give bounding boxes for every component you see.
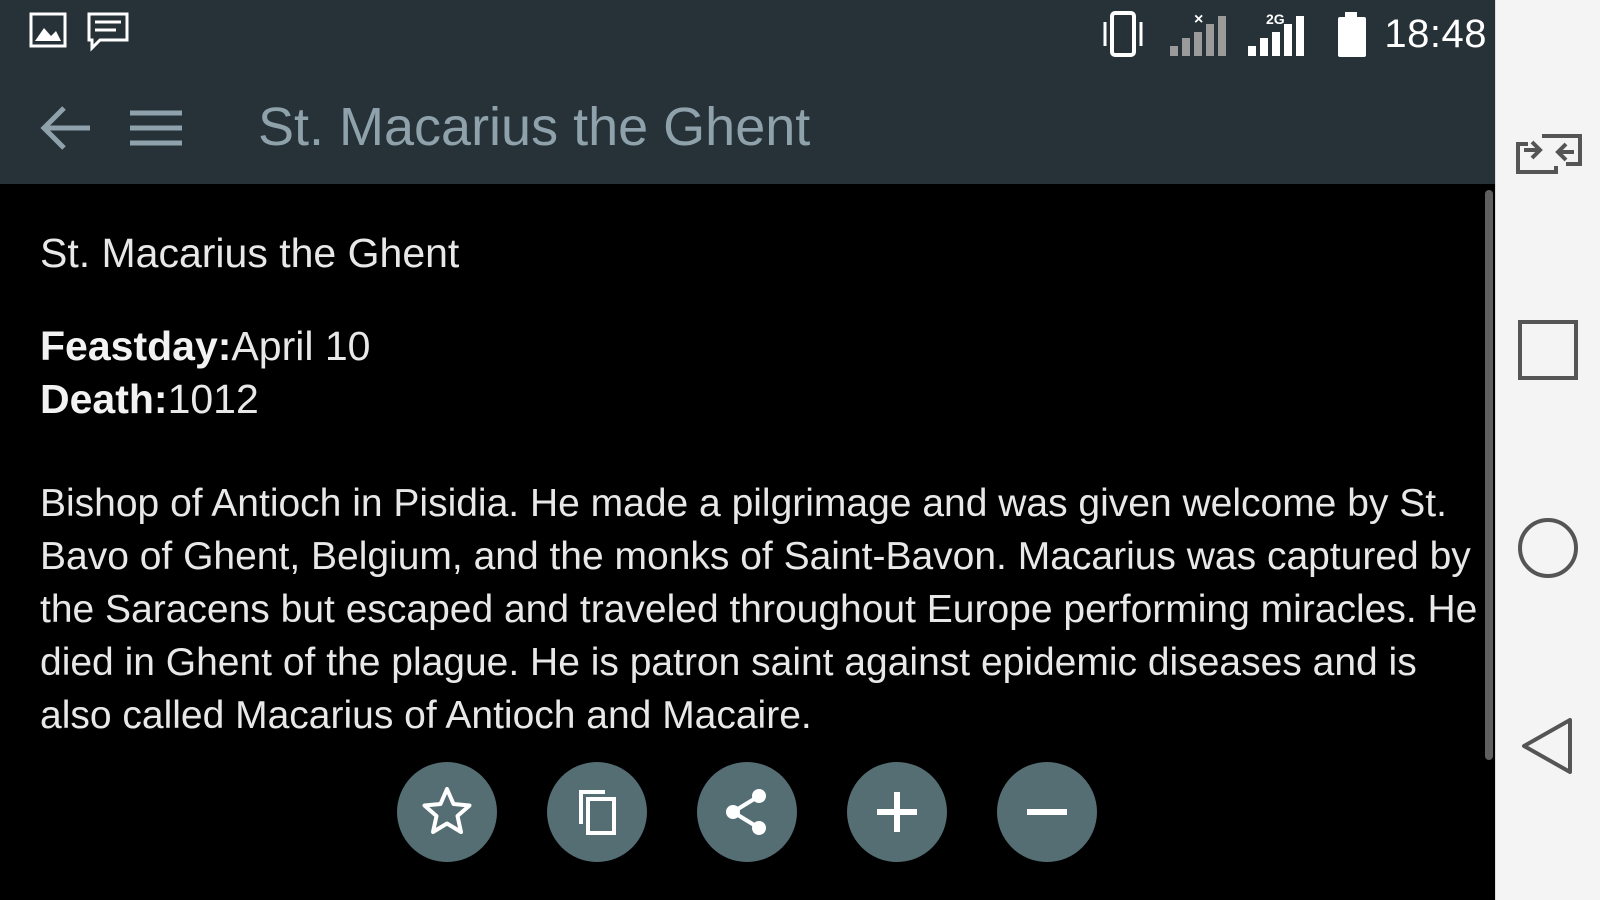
feastday-value: April 10 [231, 323, 371, 369]
death-value: 1012 [167, 376, 259, 422]
status-bar: × 2G 18:48 [0, 0, 1495, 68]
star-icon [422, 787, 472, 834]
minus-icon [1027, 809, 1067, 815]
app-bar: St. Macarius the Ghent [0, 68, 1495, 184]
zoom-in-button[interactable] [847, 762, 947, 862]
share-icon [726, 789, 766, 835]
saint-facts: Feastday:April 10 Death:1012 [40, 320, 370, 426]
scrollbar[interactable] [1485, 190, 1493, 760]
svg-text:×: × [1194, 11, 1203, 28]
battery-icon [1334, 10, 1370, 65]
hamburger-menu-icon [130, 110, 182, 146]
plus-icon [877, 792, 917, 832]
arrow-back-icon [40, 106, 90, 150]
saint-detail: St. Macarius the Ghent Feastday:April 10… [0, 184, 1495, 900]
menu-button[interactable] [124, 96, 188, 160]
death-row: Death:1012 [40, 373, 370, 426]
copy-button[interactable] [547, 762, 647, 862]
screen: × 2G 18:48 St. Macarius the Ghent St. Ma… [0, 0, 1600, 900]
navigation-bar [1495, 0, 1600, 900]
system-back-button[interactable] [1510, 708, 1588, 786]
recents-button[interactable] [1510, 312, 1588, 390]
vibrate-icon [1100, 10, 1146, 63]
feastday-row: Feastday:April 10 [40, 320, 370, 373]
saint-name: St. Macarius the Ghent [40, 230, 460, 276]
switch-app-button[interactable] [1510, 114, 1588, 192]
zoom-out-button[interactable] [997, 762, 1097, 862]
signal-icon-1: × [1166, 10, 1236, 65]
back-icon [1522, 718, 1572, 774]
copy-icon [579, 790, 616, 835]
favorite-button[interactable] [397, 762, 497, 862]
page-title: St. Macarius the Ghent [258, 97, 811, 157]
share-button[interactable] [697, 762, 797, 862]
home-icon [1518, 518, 1578, 578]
image-icon [28, 10, 68, 55]
signal-icon-2: 2G [1244, 10, 1320, 65]
switch-app-icon [1516, 134, 1582, 174]
clock: 18:48 [1384, 12, 1487, 56]
back-button[interactable] [34, 96, 98, 160]
home-button[interactable] [1510, 510, 1588, 588]
death-label: Death: [40, 376, 168, 422]
recents-icon [1518, 320, 1578, 380]
saint-biography: Bishop of Antioch in Pisidia. He made a … [40, 482, 1478, 737]
feastday-label: Feastday: [40, 323, 232, 369]
svg-text:2G: 2G [1266, 11, 1285, 27]
message-icon [86, 10, 130, 57]
